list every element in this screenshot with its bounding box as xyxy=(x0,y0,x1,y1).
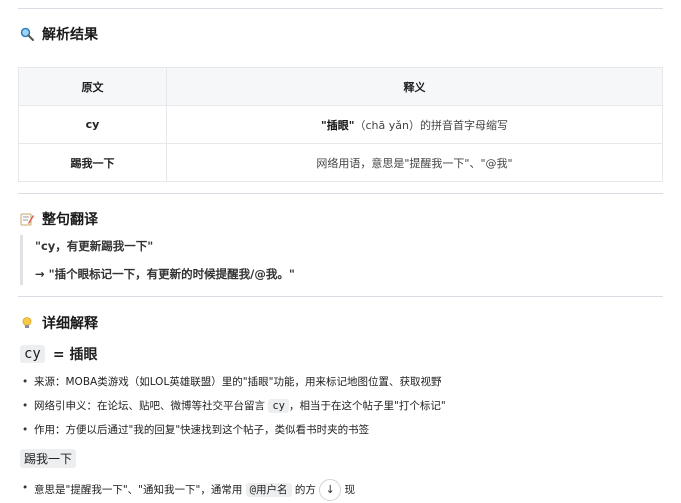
analysis-table: 原文 释义 cy "插眼"（chā yǎn）的拼音首字母缩写 踢我一下 网络用语… xyxy=(18,67,663,182)
definition-text: = 插眼 xyxy=(52,347,98,363)
scroll-down-button[interactable]: ↓ xyxy=(319,479,342,501)
definition-heading: cy = 插眼 xyxy=(20,344,97,364)
list-item-text: 网络引申义：在论坛、贴吧、微博等社交平台留言 xyxy=(34,400,265,412)
table-header-row: 原文 释义 xyxy=(18,67,663,106)
list-item: 网络引申义：在论坛、贴吧、微博等社交平台留言 cy，相当于在这个帖子里"打个标记… xyxy=(22,397,446,421)
section-divider xyxy=(18,296,663,297)
table-header-cell: 原文 xyxy=(18,67,167,106)
section-title-explanation: 详细解释 xyxy=(20,313,98,333)
lightbulb-icon xyxy=(20,316,34,330)
inline-code: @用户名 xyxy=(245,483,292,497)
arrow-down-icon: ↓ xyxy=(325,483,335,496)
quote-translation: → "插个眼标记一下，有更新的时候提醒我/@我。" xyxy=(35,267,295,281)
list-item-text: 现 xyxy=(344,484,356,496)
list-item-text: 作用：方便以后通过"我的回复"快速找到这个帖子，类似看书时夹的书签 xyxy=(34,424,370,436)
table-row: 踢我一下 网络用语，意思是"提醒我一下"、"@我" xyxy=(18,143,663,182)
table-header-cell: 释义 xyxy=(166,67,663,106)
memo-icon xyxy=(20,212,34,226)
section-title-analysis: 解析结果 xyxy=(20,24,98,44)
list-item: 来源：MOBA类游戏（如LOL英雄联盟）里的"插眼"功能，用来标记地图位置、获取… xyxy=(22,373,446,397)
table-cell-meaning: 网络用语，意思是"提醒我一下"、"@我" xyxy=(166,143,663,182)
explanation-list: 来源：MOBA类游戏（如LOL英雄联盟）里的"插眼"功能，用来标记地图位置、获取… xyxy=(22,373,446,445)
section-title-text: 解析结果 xyxy=(42,27,98,43)
quote-original: "cy，有更新踢我一下" xyxy=(35,239,154,253)
list-item-text: 来源：MOBA类游戏（如LOL英雄联盟）里的"插眼"功能，用来标记地图位置、获取… xyxy=(34,376,442,388)
section-title-text: 整句翻译 xyxy=(42,212,98,228)
meaning-text: （chā yǎn）的拼音首字母缩写 xyxy=(354,118,508,132)
list-item-text: 的方 xyxy=(294,484,316,496)
table-row: cy "插眼"（chā yǎn）的拼音首字母缩写 xyxy=(18,105,663,144)
table-cell-meaning: "插眼"（chā yǎn）的拼音首字母缩写 xyxy=(166,105,663,144)
list-item: 意思是"提醒我一下"、"通知我一下"，通常用 @用户名 的方 ↓ 现 xyxy=(22,479,355,503)
subterm-list: 意思是"提醒我一下"、"通知我一下"，通常用 @用户名 的方 ↓ 现 xyxy=(22,479,355,503)
meaning-text: 网络用语，意思是"提醒我一下"、"@我" xyxy=(316,156,513,170)
top-divider xyxy=(18,8,663,9)
meaning-bold: "插眼" xyxy=(321,118,355,132)
magnifier-icon xyxy=(20,27,34,41)
section-title-text: 详细解释 xyxy=(42,316,98,332)
list-item-text: ，相当于在这个帖子里"打个标记" xyxy=(289,400,446,412)
inline-code: cy xyxy=(268,399,289,413)
section-divider xyxy=(18,193,663,194)
list-item-text: 意思是"提醒我一下"、"通知我一下"，通常用 xyxy=(34,484,243,496)
subterm-code: 踢我一下 xyxy=(20,449,77,468)
table-cell-term: cy xyxy=(18,105,167,144)
section-title-translation: 整句翻译 xyxy=(20,209,98,229)
translation-quote: "cy，有更新踢我一下" → "插个眼标记一下，有更新的时候提醒我/@我。" xyxy=(20,235,295,285)
list-item: 作用：方便以后通过"我的回复"快速找到这个帖子，类似看书时夹的书签 xyxy=(22,421,446,445)
definition-code: cy xyxy=(20,345,45,363)
table-cell-term: 踢我一下 xyxy=(18,143,167,182)
